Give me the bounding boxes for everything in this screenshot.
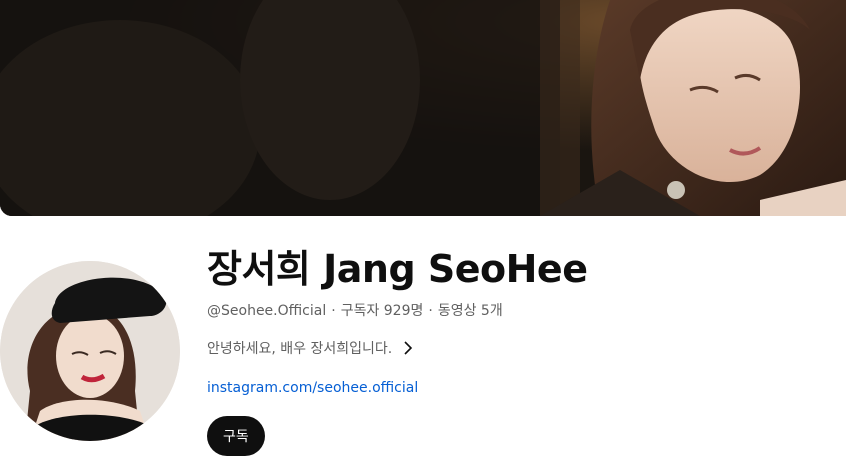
banner-image xyxy=(0,0,846,216)
meta-separator: · xyxy=(428,303,433,319)
meta-separator: · xyxy=(331,303,336,319)
channel-avatar[interactable] xyxy=(0,261,180,441)
channel-name: 장서희 Jang SeoHee xyxy=(207,247,588,291)
description-text: 안녕하세요, 배우 장서희입니다. xyxy=(207,341,393,357)
video-count: 동영상 5개 xyxy=(437,303,503,319)
subscriber-count: 구독자 929명 xyxy=(340,303,424,319)
channel-meta: @Seohee.Official · 구독자 929명 · 동영상 5개 xyxy=(207,301,503,321)
avatar-image xyxy=(0,261,180,441)
channel-banner xyxy=(0,0,846,216)
chevron-right-icon xyxy=(404,341,413,355)
subscribe-button[interactable]: 구독 xyxy=(207,416,265,456)
channel-description[interactable]: 안녕하세요, 배우 장서희입니다. xyxy=(207,336,414,360)
channel-link[interactable]: instagram.com/seohee.official xyxy=(207,378,418,398)
channel-handle: @Seohee.Official xyxy=(207,303,327,319)
